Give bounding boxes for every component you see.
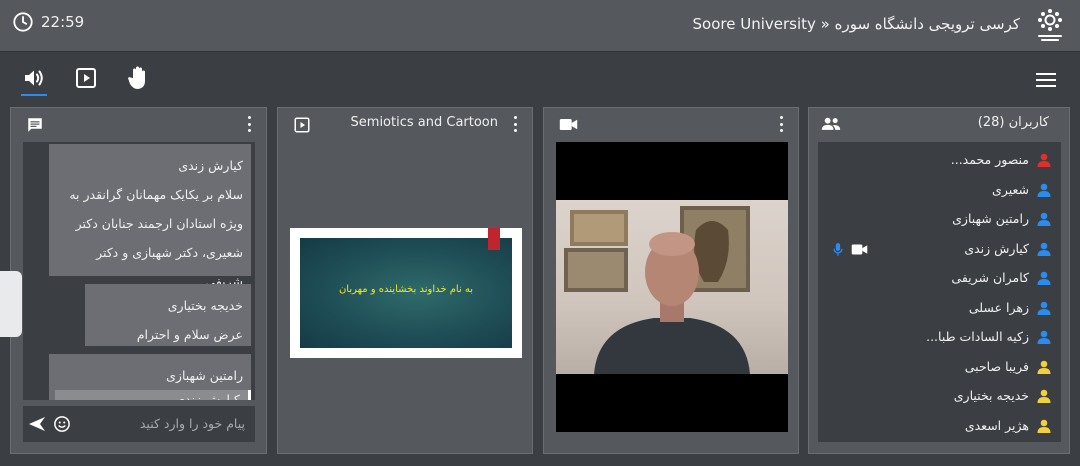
user-icon (1037, 360, 1051, 374)
user-icon (1037, 271, 1051, 285)
clock: 22:59 (12, 11, 84, 33)
users-count-title: کاربران (28) (977, 115, 1049, 130)
message-sender: خدیجه بختیاری (167, 298, 243, 313)
user-name: خدیجه بختیاری (953, 388, 1029, 403)
chat-message: خدیجه بختیاری عرض سلام و احترام (85, 284, 251, 346)
user-name: کامران شریفی (951, 270, 1029, 285)
presentation-play-icon (294, 117, 310, 133)
user-list-item[interactable]: زهرا عسلی (818, 294, 1061, 324)
user-list-item[interactable]: زکیه السادات طبا... (818, 323, 1061, 353)
clock-time: 22:59 (41, 13, 85, 31)
slide-text: به نام خداوند بخشاینده و مهربان (338, 284, 474, 295)
emoji-icon[interactable] (53, 415, 71, 433)
video-feed (564, 206, 750, 374)
microphone-icon (833, 242, 843, 256)
video-stream[interactable] (556, 142, 788, 432)
page-title: Soore University » کرسی ترویجی دانشگاه س… (692, 15, 1020, 33)
user-name: هژیر اسعدی (964, 417, 1029, 433)
raise-hand-icon (128, 66, 145, 89)
users-list: منصور محمد... شعیری رامتین شهبازی کیارش زند… (818, 142, 1061, 442)
video-camera-icon (851, 244, 868, 254)
video-options-button[interactable] (778, 116, 784, 132)
speaker-button[interactable] (21, 65, 47, 91)
user-list-item[interactable]: رامتین شهبازی (818, 205, 1061, 235)
side-drawer-handle[interactable] (0, 271, 22, 337)
user-name: رامتین شهبازی (952, 211, 1029, 226)
chat-input[interactable]: پیام خود را وارد کنید (23, 406, 255, 442)
chat-panel-header (11, 108, 266, 140)
presentation-panel-header: Semiotics and Cartoon (278, 108, 532, 140)
video-frame (556, 200, 788, 374)
user-name: کیارش زندی (964, 240, 1029, 256)
video-panel (543, 107, 799, 454)
message-sender: کیارش زندی (178, 158, 243, 173)
user-name: فریبا صاحبی (964, 358, 1029, 374)
user-name: شعیری (992, 181, 1029, 197)
user-name: منصور محمد... (950, 152, 1029, 167)
user-list-item[interactable]: کامران شریفی (818, 264, 1061, 294)
message-text: ویژه استادان ارجمند جنابان دکتر (75, 216, 243, 231)
user-name: زکیه السادات طبا... (926, 329, 1029, 344)
user-icon (1037, 330, 1051, 344)
message-text: سلام بر یکایک مهمانان گرانقدر به (69, 187, 243, 202)
toolbar (0, 53, 1080, 105)
raise-hand-button[interactable] (125, 65, 151, 91)
message-reply-quote: کیارش زندی (55, 390, 251, 400)
user-list-item[interactable]: کیارش زندی (818, 235, 1061, 265)
university-seal-icon (1038, 9, 1062, 41)
presentation-button[interactable] (73, 65, 99, 91)
slide-viewer[interactable]: به نام خداوند بخشاینده و مهربان (290, 228, 522, 358)
video-camera-icon (559, 118, 578, 131)
user-icon (1037, 419, 1051, 433)
presentation-options-button[interactable] (512, 116, 518, 132)
send-icon[interactable] (28, 416, 46, 432)
user-icon (1037, 153, 1051, 167)
slide: به نام خداوند بخشاینده و مهربان (300, 238, 512, 348)
user-list-item[interactable]: فریبا صاحبی (818, 353, 1061, 383)
clock-icon (13, 12, 33, 32)
active-tab-indicator (21, 94, 47, 96)
chat-message: کیارش زندی سلام بر یکایک مهمانان گرانقدر… (49, 144, 251, 289)
user-name: زهرا عسلی (968, 299, 1029, 315)
speaker-icon (25, 70, 43, 86)
user-list-item[interactable]: شعیری (818, 176, 1061, 206)
bookmark-ribbon (488, 228, 500, 250)
users-panel: کاربران (28) منصور محمد... شعیری رامتین شه… (808, 107, 1070, 454)
chat-icon (28, 118, 42, 132)
user-icon (1037, 301, 1051, 315)
users-panel-header: کاربران (28) (809, 108, 1069, 140)
hamburger-menu-icon[interactable] (1034, 71, 1058, 89)
presentation-panel: Semiotics and Cartoon به نام خداوند بخشا… (277, 107, 533, 454)
message-text: عرض سلام و احترام (136, 327, 243, 342)
users-group-icon (821, 117, 841, 130)
chat-input-placeholder: پیام خود را وارد کنید (139, 416, 245, 431)
presentation-play-icon (76, 68, 96, 88)
chat-message: رامتین شهبازی کیارش زندی (49, 354, 251, 400)
user-list-item[interactable]: هژیر اسعدی (818, 412, 1061, 442)
user-icon (1037, 242, 1051, 256)
presentation-title: Semiotics and Cartoon (350, 115, 498, 130)
top-bar: 22:59 Soore University » کرسی ترویجی دان… (0, 0, 1080, 52)
video-panel-header (544, 108, 798, 140)
chat-messages: کیارش زندی سلام بر یکایک مهمانان گرانقدر… (23, 142, 255, 400)
user-icon (1037, 183, 1051, 197)
user-list-item[interactable]: خدیجه بختیاری (818, 382, 1061, 412)
user-icon (1037, 389, 1051, 403)
chat-options-button[interactable] (246, 116, 252, 132)
user-list-item[interactable]: منصور محمد... (818, 146, 1061, 176)
chat-panel: کیارش زندی سلام بر یکایک مهمانان گرانقدر… (10, 107, 267, 454)
user-icon (1037, 212, 1051, 226)
message-sender: رامتین شهبازی (166, 368, 243, 383)
